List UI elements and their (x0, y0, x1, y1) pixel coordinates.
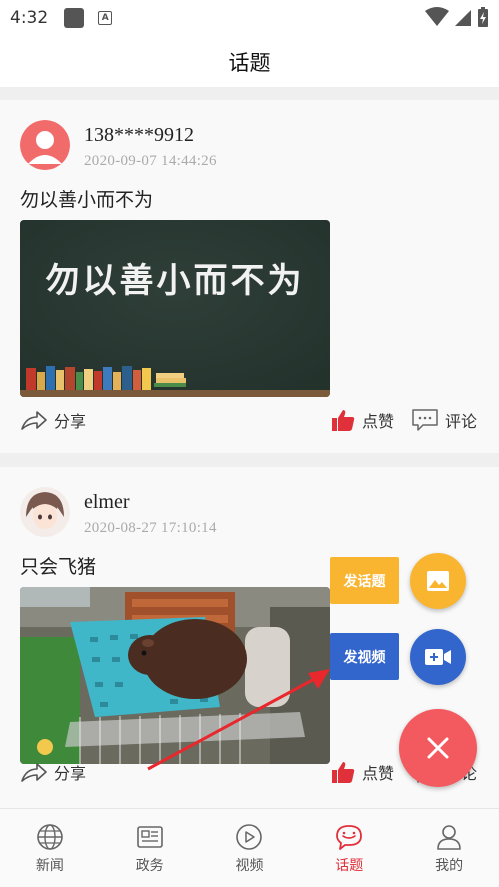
nav-topics[interactable]: 话题 (299, 809, 399, 887)
notification-icon (64, 8, 85, 28)
like-button[interactable]: 点赞 (330, 408, 394, 432)
image-caption: 勿以善小而不为 (46, 261, 305, 301)
nav-profile[interactable]: 我的 (399, 809, 499, 887)
like-label: 点赞 (362, 764, 395, 783)
status-indicators (425, 6, 489, 28)
post-topic-fab[interactable] (410, 553, 466, 609)
page-title: 话题 (228, 50, 271, 75)
post-actions: 分享 点赞 评论 (0, 408, 499, 438)
chalkboard-image: 勿以善小而不为 (20, 220, 330, 397)
nav-label: 政务 (135, 858, 164, 874)
chat-bubble-icon (336, 825, 363, 850)
signal-icon (455, 10, 471, 26)
nav-government[interactable]: 政务 (100, 809, 200, 887)
newspaper-icon (136, 826, 163, 848)
post-text: 只会飞猪 (20, 556, 97, 578)
user-name[interactable]: 138****9912 (84, 124, 194, 147)
globe-icon (37, 824, 63, 850)
like-label: 点赞 (362, 412, 395, 431)
post-text: 勿以善小而不为 (20, 189, 154, 211)
share-label: 分享 (54, 764, 87, 783)
post-video-fab[interactable] (410, 629, 466, 685)
play-circle-icon (236, 824, 263, 850)
nav-label: 我的 (435, 858, 464, 874)
nav-news[interactable]: 新闻 (0, 809, 100, 887)
post-card[interactable]: 138****9912 2020-09-07 14:44:26 勿以善小而不为 … (0, 100, 499, 453)
status-time: 4:32 (10, 8, 49, 28)
person-icon (437, 825, 461, 850)
default-avatar-icon (20, 120, 70, 170)
nav-video[interactable]: 视频 (200, 809, 300, 887)
comment-icon (412, 409, 438, 431)
pointer-arrow (147, 669, 330, 771)
share-icon (21, 763, 47, 782)
nav-label: 话题 (335, 858, 364, 874)
battery-icon (478, 7, 488, 27)
post-topic-button[interactable]: 发话题 (330, 557, 399, 604)
nav-label: 新闻 (35, 858, 64, 874)
share-button[interactable]: 分享 (20, 760, 86, 784)
nav-label: 视频 (235, 858, 264, 874)
comment-button[interactable]: 评论 (411, 408, 477, 432)
post-time: 2020-09-07 14:44:26 (84, 153, 217, 169)
thumbs-up-icon (332, 410, 355, 431)
share-icon (21, 411, 47, 430)
avatar[interactable] (20, 120, 70, 170)
close-fab[interactable] (399, 709, 477, 787)
bottom-nav: 新闻 政务 视频 话题 我的 (0, 808, 499, 887)
a-icon: A (98, 11, 113, 25)
post-image[interactable]: 勿以善小而不为 (20, 220, 330, 397)
close-icon (427, 737, 449, 759)
wifi-icon (425, 7, 449, 26)
anime-avatar-icon (20, 487, 70, 537)
video-camera-icon (425, 649, 451, 665)
post-time: 2020-08-27 17:10:14 (84, 520, 217, 536)
share-button[interactable]: 分享 (20, 408, 86, 432)
image-icon (427, 571, 449, 591)
status-bar: 4:32 A (0, 0, 499, 36)
share-label: 分享 (54, 412, 87, 431)
comment-label: 评论 (445, 412, 478, 431)
user-name[interactable]: elmer (84, 491, 130, 514)
avatar[interactable] (20, 487, 70, 537)
header: 话题 (0, 36, 499, 88)
